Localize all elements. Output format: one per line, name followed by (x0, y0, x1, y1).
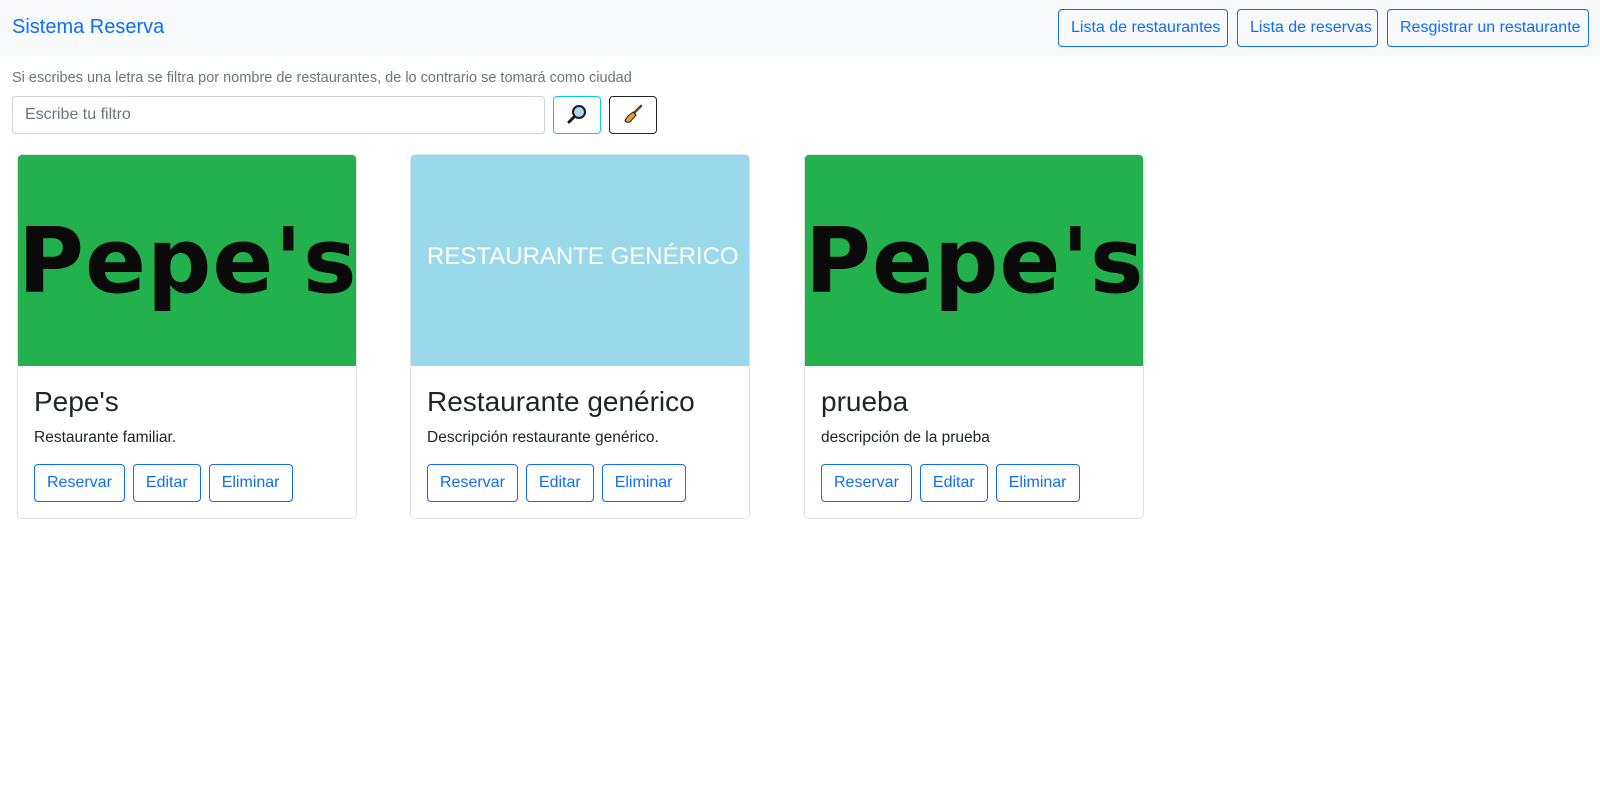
reserve-button[interactable]: Reservar (34, 464, 125, 502)
restaurant-image-text: Pepe's (805, 209, 1143, 314)
restaurant-image-text: RESTAURANTE GENÉRICO (427, 243, 739, 270)
reserve-button[interactable]: Reservar (821, 464, 912, 502)
restaurant-image: Pepe's (18, 155, 356, 366)
magnifier-icon (566, 103, 588, 128)
restaurant-card: Pepe's prueba descripción de la prueba R… (804, 154, 1144, 519)
edit-button[interactable]: Editar (919, 464, 988, 502)
restaurant-card: Pepe's Pepe's Restaurante familiar. Rese… (17, 154, 357, 519)
search-button[interactable] (553, 96, 601, 134)
clear-filter-button[interactable] (609, 96, 657, 134)
restaurant-card: RESTAURANTE GENÉRICO Restaurante genéric… (410, 154, 750, 519)
restaurant-description: Descripción restaurante genérico. (427, 429, 659, 446)
edit-button[interactable]: Editar (525, 464, 594, 502)
restaurant-image-text: Pepe's (18, 209, 356, 314)
edit-button[interactable]: Editar (132, 464, 201, 502)
navbar: Sistema Reserva Lista de restaurantes Li… (0, 0, 1600, 56)
register-restaurant-button[interactable]: Resgistrar un restaurante (1387, 9, 1589, 47)
brand-link[interactable]: Sistema Reserva (12, 16, 164, 39)
reservations-list-button[interactable]: Lista de reservas (1237, 9, 1378, 47)
filter-input[interactable] (12, 96, 545, 134)
filter-hint: Si escribes una letra se filtra por nomb… (12, 70, 632, 86)
restaurant-title: Restaurante genérico (427, 386, 695, 417)
restaurants-list-button[interactable]: Lista de restaurantes (1058, 9, 1228, 47)
restaurant-title: prueba (821, 386, 909, 417)
delete-button[interactable]: Eliminar (208, 464, 293, 502)
delete-button[interactable]: Eliminar (601, 464, 686, 502)
broom-icon (622, 103, 644, 128)
restaurant-description: Restaurante familiar. (34, 429, 177, 446)
reserve-button[interactable]: Reservar (427, 464, 518, 502)
restaurant-image: Pepe's (805, 155, 1143, 366)
delete-button[interactable]: Eliminar (995, 464, 1080, 502)
restaurant-image: RESTAURANTE GENÉRICO (411, 155, 749, 366)
restaurant-title: Pepe's (34, 386, 119, 417)
restaurant-description: descripción de la prueba (821, 429, 990, 446)
